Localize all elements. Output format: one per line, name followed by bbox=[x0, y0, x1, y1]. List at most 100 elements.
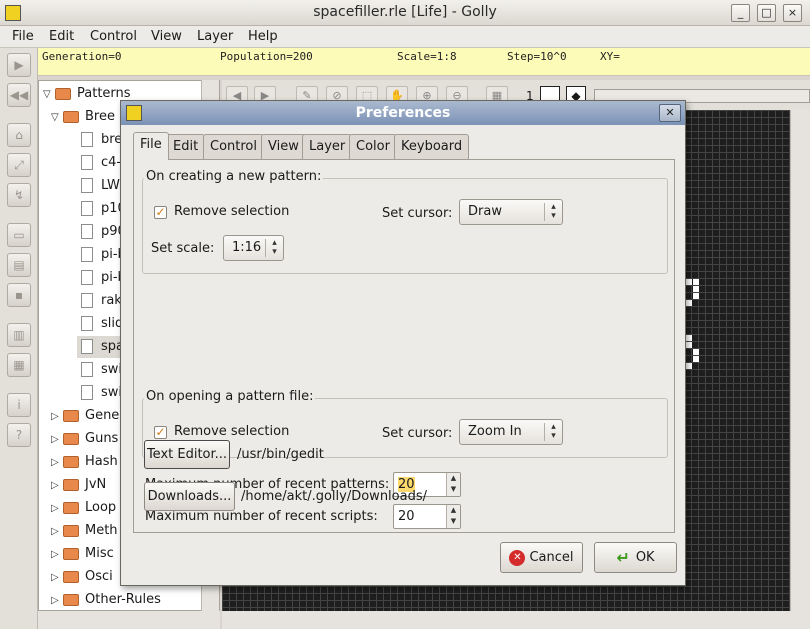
live-cell bbox=[693, 293, 699, 299]
file-icon bbox=[81, 293, 93, 308]
open-set-cursor-label: Set cursor: bbox=[382, 426, 453, 441]
text-editor-button[interactable]: Text Editor... bbox=[144, 440, 230, 469]
new-remove-selection-checkbox[interactable]: ✓ bbox=[154, 206, 167, 219]
tab-keyboard[interactable]: Keyboard bbox=[394, 134, 470, 159]
folder-icon bbox=[63, 478, 79, 491]
tree-folder[interactable]: ▷ Osci bbox=[51, 566, 113, 588]
tree-folder[interactable]: ▷ Hash bbox=[51, 451, 118, 473]
file-icon bbox=[81, 247, 93, 262]
autofit-icon[interactable]: ⤢ bbox=[7, 153, 31, 177]
live-cell bbox=[686, 363, 692, 369]
folder-icon bbox=[55, 87, 71, 100]
status-bar: Generation=0 Population=200 Scale=1:8 St… bbox=[38, 48, 810, 76]
canvas-vertical-scrollbar[interactable] bbox=[790, 110, 810, 611]
algorithm-icon[interactable]: ⌂ bbox=[7, 123, 31, 147]
tree-file[interactable]: rak bbox=[81, 290, 122, 312]
tree-file[interactable]: bre bbox=[81, 129, 122, 151]
updown-arrows-icon: ▴ ▾ bbox=[544, 423, 562, 441]
live-cell bbox=[686, 335, 692, 341]
recent-scripts-label: Maximum number of recent scripts: bbox=[145, 509, 378, 524]
dialog-close-button[interactable]: ✕ bbox=[659, 104, 681, 122]
tree-file[interactable]: swi bbox=[81, 359, 122, 381]
tree-file[interactable]: slid bbox=[81, 313, 123, 335]
tree-folder[interactable]: ▷ Gene bbox=[51, 405, 119, 427]
info-icon[interactable]: i bbox=[7, 393, 31, 417]
menu-file[interactable]: File bbox=[12, 29, 34, 44]
tab-control[interactable]: Control bbox=[203, 134, 264, 159]
open-pattern-icon[interactable]: ▤ bbox=[7, 253, 31, 277]
menu-view[interactable]: View bbox=[151, 29, 182, 44]
file-icon bbox=[81, 362, 93, 377]
show-scripts-icon[interactable]: ▦ bbox=[7, 353, 31, 377]
cancel-button[interactable]: ✕ Cancel bbox=[500, 542, 583, 573]
tree-root[interactable]: ▽ Patterns bbox=[43, 83, 131, 105]
open-remove-selection-label: Remove selection bbox=[174, 424, 290, 439]
tree-folder[interactable]: ▷ Misc bbox=[51, 543, 114, 565]
new-cursor-select[interactable]: Draw ▴ ▾ bbox=[459, 199, 563, 225]
tree-file[interactable]: swi bbox=[81, 382, 122, 404]
live-cell bbox=[693, 349, 699, 355]
tree-folder-open[interactable]: ▽ Bree bbox=[51, 106, 115, 128]
step-readout: Step=10^0 bbox=[507, 50, 567, 63]
new-pattern-heading: On creating a new pattern: bbox=[144, 169, 324, 184]
new-pattern-group bbox=[142, 178, 668, 274]
cancel-icon: ✕ bbox=[509, 549, 526, 566]
file-tab-panel: On creating a new pattern: ✓ Remove sele… bbox=[133, 159, 675, 533]
help-icon[interactable]: ? bbox=[7, 423, 31, 447]
start-icon[interactable]: ▶ bbox=[7, 53, 31, 77]
tab-layer[interactable]: Layer bbox=[302, 134, 353, 159]
preferences-dialog: Preferences ✕ File Edit Control View Lay… bbox=[120, 100, 686, 586]
menu-layer[interactable]: Layer bbox=[197, 29, 233, 44]
tab-view[interactable]: View bbox=[261, 134, 306, 159]
menu-edit[interactable]: Edit bbox=[49, 29, 74, 44]
tab-file[interactable]: File bbox=[133, 132, 169, 160]
file-icon bbox=[81, 339, 93, 354]
folder-icon bbox=[63, 547, 79, 560]
scale-select[interactable]: 1:16 ▴ ▾ bbox=[223, 235, 284, 261]
close-window-button[interactable]: × bbox=[783, 4, 802, 22]
maximize-button[interactable]: □ bbox=[757, 4, 776, 22]
updown-arrows-icon: ▲ ▼ bbox=[446, 473, 460, 496]
folder-icon bbox=[63, 570, 79, 583]
tree-file[interactable]: c4- bbox=[81, 152, 121, 174]
save-pattern-icon[interactable]: ▪ bbox=[7, 283, 31, 307]
text-editor-path: /usr/bin/gedit bbox=[237, 447, 324, 462]
downloads-path: /home/akt/.golly/Downloads/ bbox=[241, 489, 427, 504]
tab-color[interactable]: Color bbox=[349, 134, 397, 159]
tree-horizontal-scrollbar[interactable] bbox=[38, 611, 220, 629]
live-cell bbox=[693, 279, 699, 285]
live-cell bbox=[693, 286, 699, 292]
updown-arrows-icon: ▴ ▾ bbox=[544, 203, 562, 221]
generation-readout: Generation=0 bbox=[42, 50, 122, 63]
window-title: spacefiller.rle [Life] - Golly bbox=[313, 4, 497, 20]
recent-scripts-stepper[interactable]: 20 ▲ ▼ bbox=[393, 504, 461, 529]
menu-control[interactable]: Control bbox=[90, 29, 137, 44]
file-icon bbox=[81, 224, 93, 239]
updown-arrows-icon: ▴ ▾ bbox=[265, 239, 283, 257]
menu-help[interactable]: Help bbox=[248, 29, 278, 44]
open-remove-selection-checkbox[interactable]: ✓ bbox=[154, 426, 167, 439]
tree-folder[interactable]: ▷ Meth bbox=[51, 520, 118, 542]
show-patterns-icon[interactable]: ▥ bbox=[7, 323, 31, 347]
minimize-button[interactable]: _ bbox=[731, 4, 750, 22]
file-icon bbox=[81, 201, 93, 216]
tree-folder[interactable]: ▷ Other-Rules bbox=[51, 589, 161, 611]
downloads-button[interactable]: Downloads... bbox=[144, 482, 235, 511]
reset-icon[interactable]: ◀◀ bbox=[7, 83, 31, 107]
open-cursor-select[interactable]: Zoom In ▴ ▾ bbox=[459, 419, 563, 445]
tree-folder[interactable]: ▷ Guns bbox=[51, 428, 118, 450]
tab-edit[interactable]: Edit bbox=[166, 134, 206, 159]
menu-bar: File Edit Control View Layer Help bbox=[0, 26, 810, 48]
live-cell bbox=[686, 279, 692, 285]
canvas-horizontal-scrollbar[interactable] bbox=[222, 611, 810, 629]
ok-button[interactable]: ↵ OK bbox=[594, 542, 677, 573]
new-set-cursor-label: Set cursor: bbox=[382, 206, 453, 221]
new-remove-selection-label: Remove selection bbox=[174, 204, 290, 219]
file-icon bbox=[81, 385, 93, 400]
hyperspeed-icon[interactable]: ↯ bbox=[7, 183, 31, 207]
updown-arrows-icon: ▲ ▼ bbox=[446, 505, 460, 528]
tree-folder[interactable]: ▷ Loop bbox=[51, 497, 116, 519]
new-pattern-icon[interactable]: ▭ bbox=[7, 223, 31, 247]
tree-folder[interactable]: ▷ JvN bbox=[51, 474, 106, 496]
left-toolbar: ▶ ◀◀ ⌂ ⤢ ↯ ▭ ▤ ▪ ▥ ▦ i ? bbox=[0, 48, 38, 629]
